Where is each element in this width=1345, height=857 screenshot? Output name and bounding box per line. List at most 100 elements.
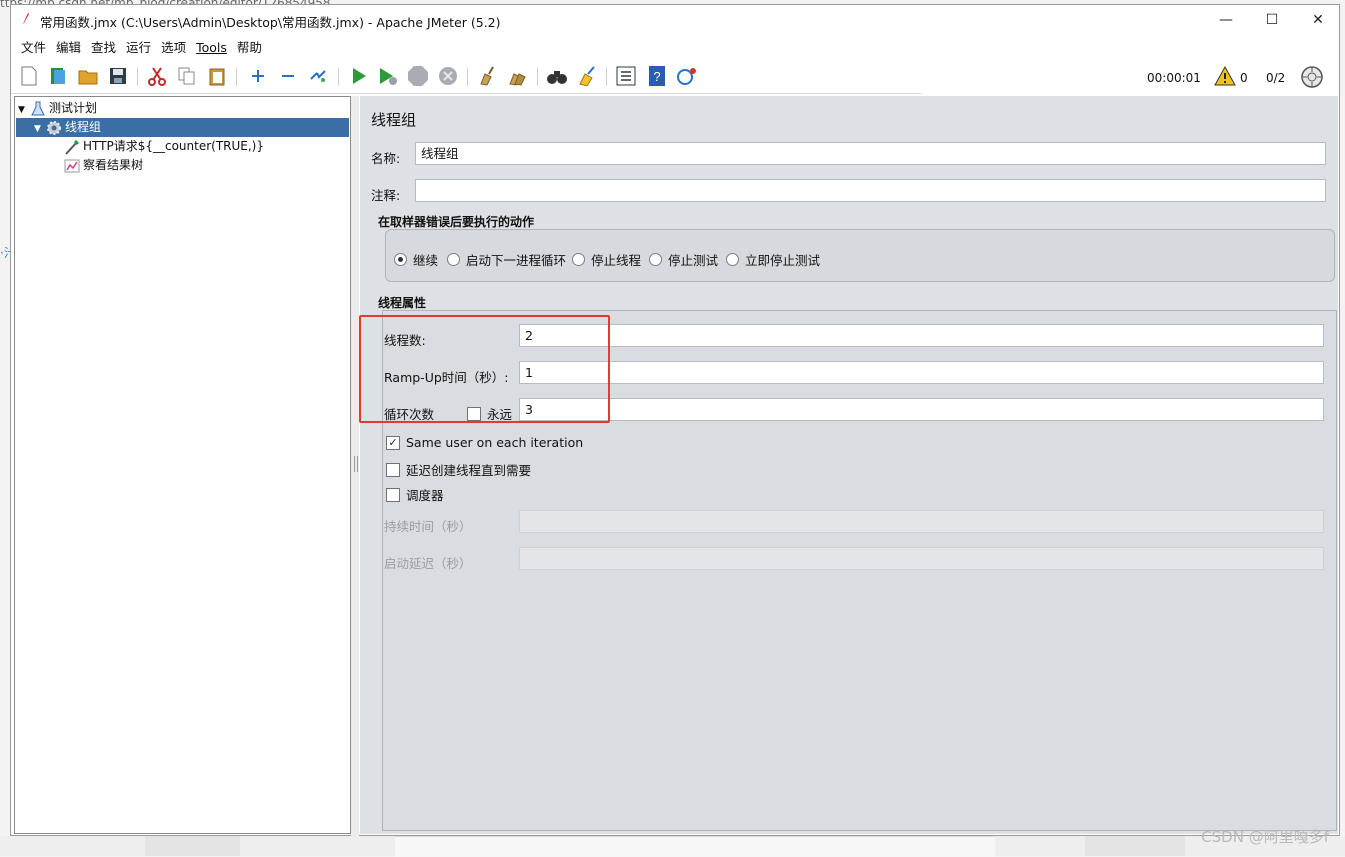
name-field[interactable]: 线程组 [415,142,1326,165]
collapse-button[interactable] [277,65,299,87]
same-user-checkbox[interactable]: ✓ Same user on each iteration [386,435,583,450]
stop-button [407,65,429,87]
radio-label: 立即停止测试 [745,253,821,268]
rampup-field[interactable]: 1 [519,361,1324,384]
tree-item-test-plan[interactable]: ▼ 测试计划 [18,99,97,118]
radio-unselected-icon [572,253,585,266]
radio-stop-test-now[interactable]: 立即停止测试 [726,250,820,269]
radio-start-next-loop[interactable]: 启动下一进程循环 [447,250,566,269]
tree-item-http-request[interactable]: HTTP请求${__counter(TRUE,)} [64,137,264,156]
warning-indicator[interactable] [1214,65,1236,87]
menu-edit[interactable]: 编辑 [51,38,86,58]
binoculars-icon [547,71,567,84]
comment-field[interactable] [415,179,1326,202]
menu-help[interactable]: 帮助 [232,38,267,58]
radio-selected-icon [394,253,407,266]
menu-run[interactable]: 运行 [121,38,156,58]
menu-file[interactable]: 文件 [16,38,51,58]
save-icon [110,68,126,84]
shutdown-icon [439,67,457,85]
globe-icon [1301,66,1323,88]
scheduler-checkbox[interactable]: 调度器 [386,485,444,504]
jmeter-window: 常用函数.jmx (C:\Users\Admin\Desktop\常用函数.jm… [10,4,1340,836]
same-user-label: Same user on each iteration [406,435,584,450]
open-folder-icon [78,70,98,85]
help-button[interactable]: ? [646,65,668,87]
menu-tools[interactable]: Tools [191,38,232,58]
comment-label: 注释: [371,188,401,203]
startup-delay-field [519,547,1324,570]
clear-all-button[interactable] [506,65,528,87]
radio-label: 停止线程 [591,253,642,268]
reset-search-button[interactable] [576,65,598,87]
log-toggle-button[interactable] [1301,66,1323,88]
clear-button[interactable] [476,65,498,87]
radio-continue[interactable]: 继续 [394,250,438,269]
title-bar: 常用函数.jmx (C:\Users\Admin\Desktop\常用函数.jm… [11,5,1339,35]
toolbar-separator [236,68,237,86]
watermark: CSDN @阿里嘎多f [1201,828,1329,846]
test-plan-icon [31,101,45,115]
function-helper-button[interactable] [615,65,637,87]
open-button[interactable] [77,65,99,87]
search-button[interactable] [546,65,568,87]
radio-stop-test[interactable]: 停止测试 [649,250,718,269]
thread-properties-section-title: 线程属性 [378,296,427,310]
start-no-pauses-button[interactable] [377,65,399,87]
toolbar-separator [137,68,138,86]
cut-button[interactable] [146,65,168,87]
expand-arrow-icon[interactable]: ▼ [34,120,46,139]
toolbar-separator [606,68,607,86]
loop-count-field[interactable]: 3 [519,398,1324,421]
templates-button[interactable] [47,65,69,87]
close-button[interactable]: ✕ [1295,5,1341,35]
tree-item-label: 察看结果树 [83,158,144,172]
checkbox-unchecked-icon [386,462,400,477]
http-sampler-icon [65,139,80,155]
toggle-icon [310,70,326,82]
scissors-icon [148,67,166,86]
tree-item-label: HTTP请求${__counter(TRUE,)} [83,139,264,153]
stop-icon [408,66,428,86]
menu-bar: 文件 编辑 查找 运行 选项 Tools 帮助 [11,38,1339,58]
duration-field [519,510,1324,533]
save-button[interactable] [107,65,129,87]
radio-unselected-icon [726,253,739,266]
radio-label: 启动下一进程循环 [466,253,567,268]
broom-icon [480,66,494,86]
toolbar-separator [537,68,538,86]
radio-label: 继续 [413,253,439,268]
new-file-icon [21,66,37,86]
maximize-button[interactable]: ☐ [1249,5,1295,35]
paste-button[interactable] [206,65,228,87]
radio-label: 停止测试 [668,253,719,268]
radio-stop-thread[interactable]: 停止线程 [572,250,641,269]
threads-field[interactable]: 2 [519,324,1324,347]
toggle-button[interactable] [307,65,329,87]
copy-button[interactable] [176,65,198,87]
active-threads: 0/2 [1266,71,1286,85]
menu-search[interactable]: 查找 [86,38,121,58]
delay-thread-creation-checkbox[interactable]: 延迟创建线程直到需要 [386,460,531,479]
name-label: 名称: [371,151,401,166]
play-no-pause-icon [380,68,397,85]
startup-delay-label: 启动延迟（秒） [384,556,472,571]
warning-count: 0 [1240,71,1248,85]
start-button[interactable] [348,65,370,87]
pane-splitter[interactable] [351,96,359,836]
remote-button[interactable] [676,65,698,87]
menu-options[interactable]: 选项 [156,38,191,58]
scheduler-label: 调度器 [406,488,444,503]
minimize-button[interactable]: — [1203,5,1249,35]
tree-item-label: 线程组 [65,120,102,134]
minus-icon [282,75,294,77]
splitter-grip[interactable] [354,456,358,472]
warning-icon [1214,66,1236,86]
tree-item-view-results-tree[interactable]: 察看结果树 [64,156,143,175]
tree-item-thread-group[interactable]: ▼ 线程组 [16,118,349,137]
reset-search-icon [579,66,595,86]
new-button[interactable] [18,65,40,87]
window-title: 常用函数.jmx (C:\Users\Admin\Desktop\常用函数.jm… [40,15,501,30]
background-page-bottom [0,836,1345,857]
expand-button[interactable] [247,65,269,87]
